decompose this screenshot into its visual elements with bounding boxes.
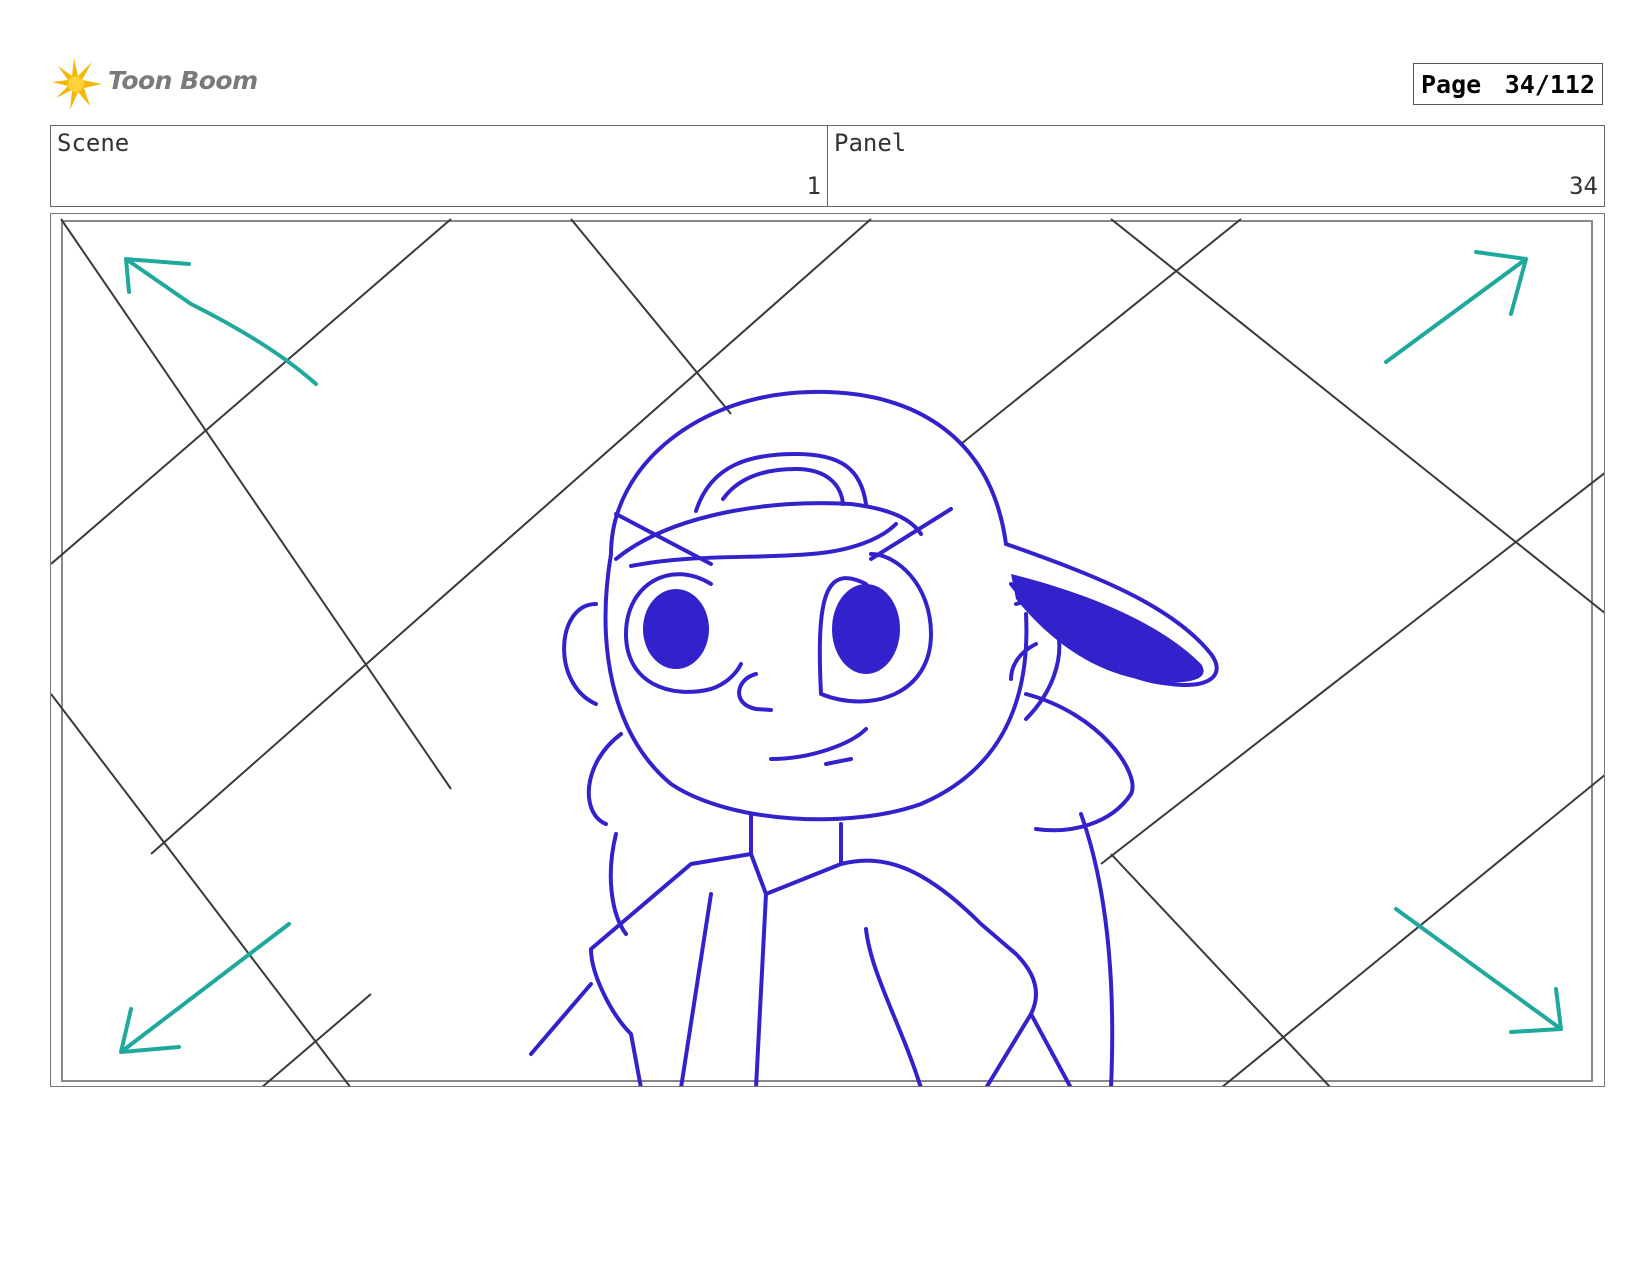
arrow-down-left-icon <box>119 922 291 1054</box>
storyboard-frame <box>50 213 1605 1087</box>
character-sketch <box>529 389 1219 1086</box>
right-pupil <box>832 584 900 674</box>
scene-label: Scene <box>57 129 130 157</box>
panel-cell: Panel 34 <box>827 126 1604 206</box>
page-counter: Page 34/112 <box>1413 63 1603 105</box>
scene-number: 1 <box>806 172 821 200</box>
panel-number: 34 <box>1569 172 1598 200</box>
toon-boom-logo: Toon Boom <box>52 58 262 112</box>
left-pupil <box>643 589 709 669</box>
background-grid-lines <box>51 218 1604 1086</box>
arrow-up-right-icon <box>1384 250 1528 364</box>
logo-wordmark: Toon Boom <box>108 66 258 95</box>
scene-panel-table: Scene 1 Panel 34 <box>50 125 1605 207</box>
page-label: Page <box>1421 69 1482 99</box>
cap-shadow <box>1011 574 1204 683</box>
panel-label: Panel <box>834 129 907 157</box>
page-value: 34/112 <box>1504 69 1595 99</box>
starburst-icon <box>52 58 102 110</box>
storyboard-sketch <box>51 218 1604 1086</box>
safe-frame-border <box>61 220 1593 1082</box>
scene-cell: Scene 1 <box>51 126 827 206</box>
arrow-up-left-icon <box>124 257 318 386</box>
arrow-down-right-icon <box>1394 907 1563 1034</box>
